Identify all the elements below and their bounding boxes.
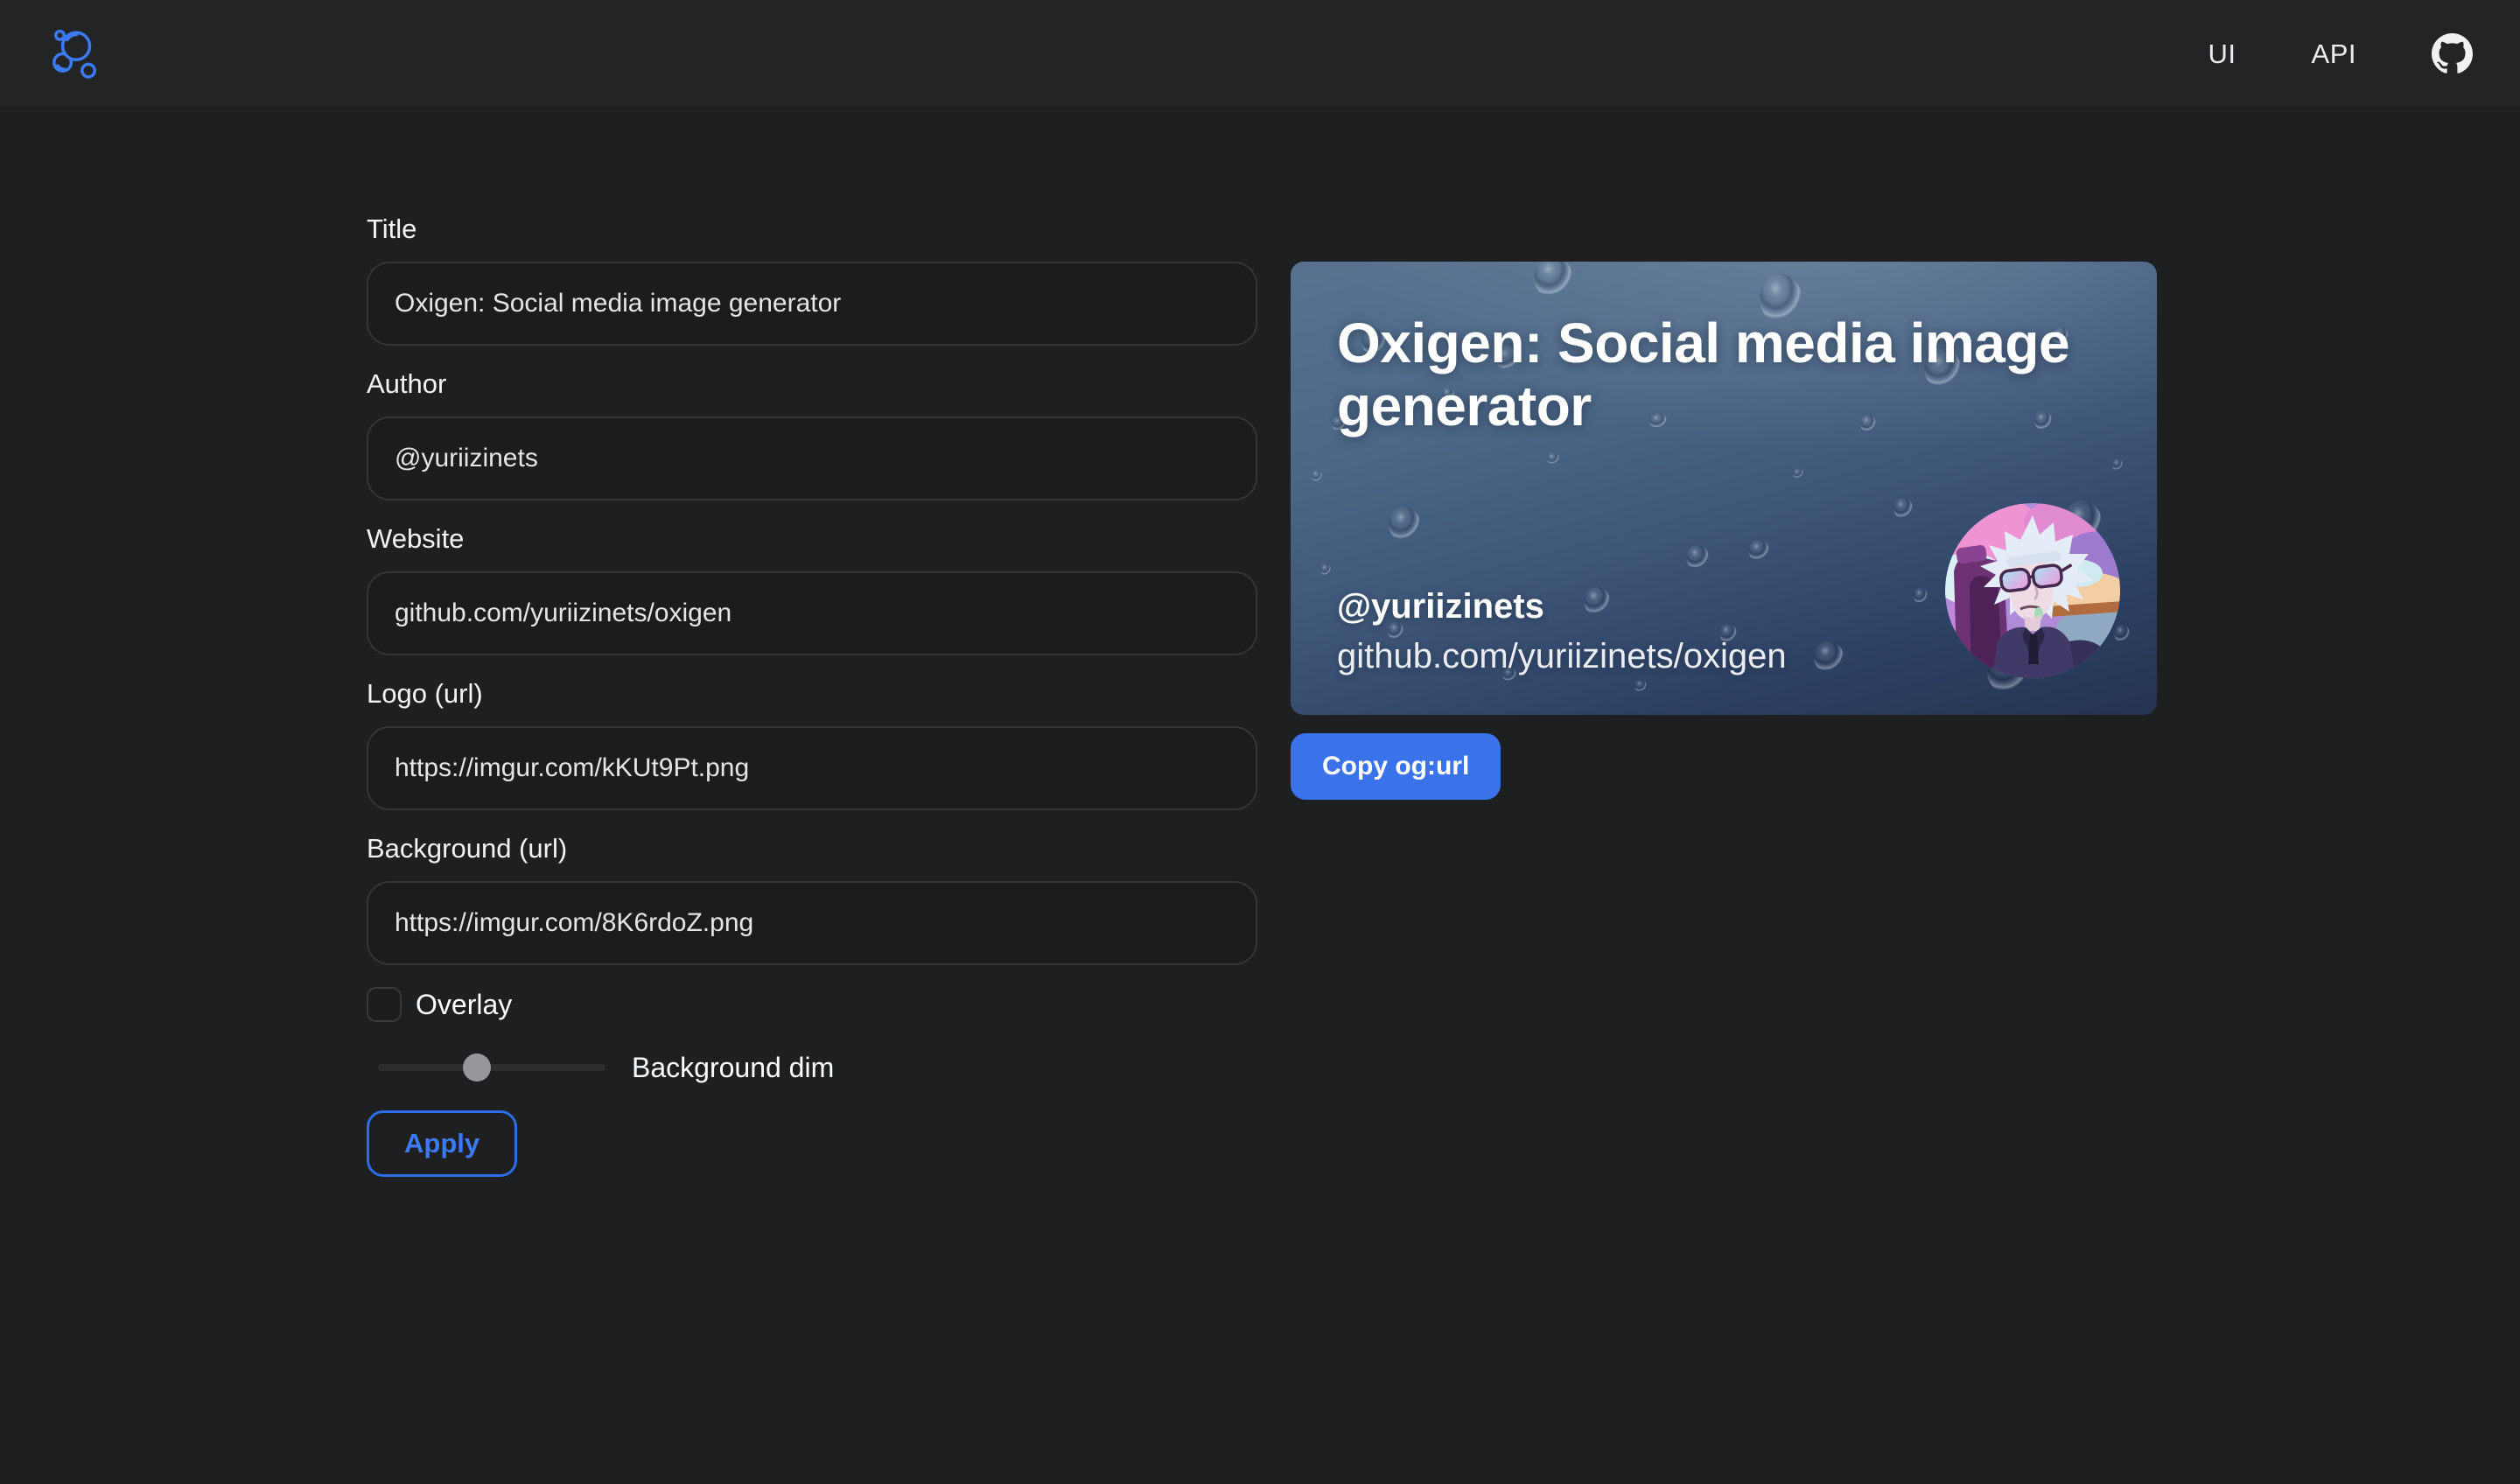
- logo-url-input[interactable]: [367, 726, 1257, 810]
- background-url-input[interactable]: [367, 881, 1257, 965]
- bubbles-icon: [49, 25, 100, 81]
- overlay-checkbox[interactable]: [367, 987, 402, 1022]
- og-preview-author: @yuriizinets: [1337, 587, 1897, 626]
- avatar: [1945, 503, 2120, 678]
- overlay-label: Overlay: [416, 989, 512, 1021]
- copy-og-url-button[interactable]: Copy og:url: [1291, 733, 1501, 800]
- field-website: Website: [367, 522, 1257, 655]
- website-label: Website: [367, 522, 1257, 556]
- nav-links: UI API: [2208, 33, 2473, 74]
- background-dim-option: Background dim: [367, 1054, 1257, 1082]
- author-label: Author: [367, 368, 1257, 401]
- og-image-preview: Oxigen: Social media image generator @yu…: [1291, 262, 2157, 715]
- og-preview-website: github.com/yuriizinets/oxigen: [1337, 637, 1897, 676]
- logo-url-label: Logo (url): [367, 677, 1257, 710]
- slider-track: [378, 1064, 606, 1071]
- nav-link-api[interactable]: API: [2312, 40, 2356, 67]
- field-logo-url: Logo (url): [367, 677, 1257, 810]
- app-logo[interactable]: [49, 25, 100, 81]
- author-input[interactable]: [367, 416, 1257, 500]
- field-author: Author: [367, 368, 1257, 500]
- og-preview-title: Oxigen: Social media image generator: [1337, 312, 2124, 438]
- apply-button[interactable]: Apply: [367, 1110, 517, 1177]
- slider-thumb[interactable]: [463, 1054, 491, 1082]
- overlay-option: Overlay: [367, 987, 1257, 1022]
- title-input[interactable]: [367, 262, 1257, 346]
- background-dim-slider[interactable]: [378, 1054, 606, 1082]
- github-link[interactable]: [2432, 33, 2473, 74]
- field-background-url: Background (url): [367, 832, 1257, 965]
- website-input[interactable]: [367, 571, 1257, 655]
- github-icon: [2432, 33, 2473, 74]
- background-url-label: Background (url): [367, 832, 1257, 865]
- field-title: Title: [367, 213, 1257, 346]
- avatar-image: [1945, 503, 2120, 678]
- navbar: UI API: [0, 0, 2520, 108]
- title-label: Title: [367, 213, 1257, 246]
- background-dim-label: Background dim: [632, 1052, 834, 1084]
- generator-form: Title Author Website Logo (url) Backgrou…: [367, 213, 1257, 1177]
- nav-link-ui[interactable]: UI: [2208, 40, 2236, 67]
- og-preview-footer: @yuriizinets github.com/yuriizinets/oxig…: [1337, 587, 1897, 676]
- preview-panel: Oxigen: Social media image generator @yu…: [1291, 262, 2157, 800]
